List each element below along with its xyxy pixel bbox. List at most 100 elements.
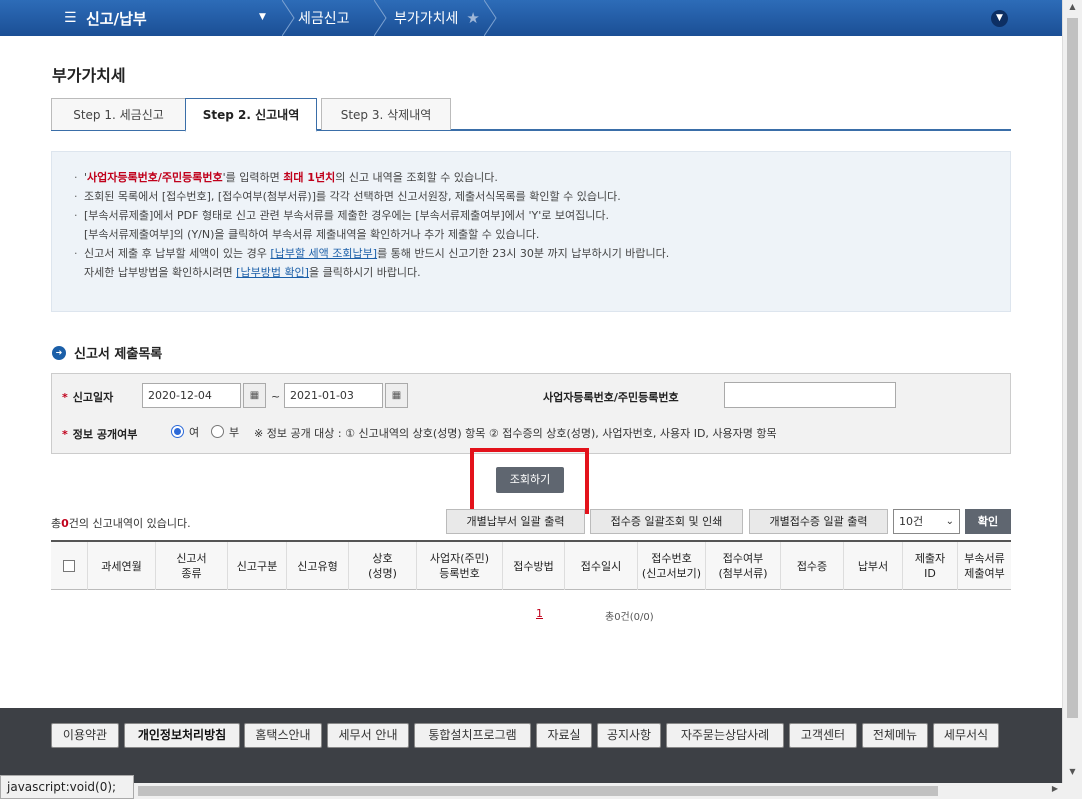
each-receipt-button[interactable]: 개별접수증 일괄 출력: [749, 509, 888, 534]
highlight-frame: [470, 448, 589, 514]
date-label-text: 신고일자: [72, 391, 114, 404]
footer-link-install[interactable]: 통합설치프로그램: [414, 723, 531, 748]
bizno-input[interactable]: [724, 382, 896, 408]
col-submitter-id: 제출자 ID: [902, 542, 957, 590]
select-all-cell: [51, 542, 87, 590]
calendar-icon[interactable]: ▦: [385, 383, 408, 408]
info-line: 자세한 납부방법을 확인하시려면 [납부방법 확인]을 클릭하시기 바랍니다.: [74, 263, 1010, 282]
info-text: '를 입력하면: [222, 171, 284, 184]
footer-link-office[interactable]: 세무서 안내: [327, 723, 409, 748]
table-header: 과세연월 신고서 종류 신고구분 신고유형 상호 (성명) 사업자(주민) 등록…: [51, 540, 1011, 590]
info-text: 를 통해 반드시 신고기한 23시 30분 까지 납부하시기 바랍니다.: [377, 247, 670, 260]
info-text: 을 클릭하시기 바랍니다.: [308, 266, 421, 279]
main-menu-button[interactable]: ☰ 신고/납부 ▼: [0, 0, 282, 36]
public-yes-radio[interactable]: [171, 425, 184, 438]
breadcrumb-separator-icon: [282, 0, 296, 36]
scroll-right-icon[interactable]: ▶: [1052, 784, 1058, 793]
result-count: 총0건의 신고내역이 있습니다.: [51, 515, 191, 531]
footer-link-hometax[interactable]: 홈택스안내: [244, 723, 322, 748]
col-receive-method: 접수방법: [502, 542, 564, 590]
footer-link-library[interactable]: 자료실: [536, 723, 592, 748]
pay-tax-link[interactable]: [납부할 세액 조회납부]: [270, 247, 377, 260]
main-menu-label: 신고/납부: [86, 9, 147, 28]
info-highlight: 사업자등록번호/주민등록번호: [87, 171, 223, 184]
top-navigation-bar: ☰ 신고/납부 ▼ 세금신고 부가가치세 ★ ▼: [0, 0, 1062, 36]
tab-step3[interactable]: Step 3. 삭제내역: [321, 98, 451, 130]
triangle-down-icon: ▼: [259, 12, 266, 22]
breadcrumb-separator-icon: [374, 0, 388, 36]
footer: 이용약관 개인정보처리방침 홈택스안내 세무서 안내 통합설치프로그램 자료실 …: [0, 708, 1062, 783]
info-highlight: 최대 1년치: [283, 171, 336, 184]
info-line: '사업자등록번호/주민등록번호'를 입력하면 최대 1년치의 신고 내역을 조회…: [74, 168, 1010, 187]
select-all-checkbox[interactable]: [63, 560, 75, 572]
page: { "nav": { "menu_label": "신고/납부", "crumb…: [0, 0, 1082, 799]
vertical-scrollbar[interactable]: ▲ ▼: [1062, 0, 1082, 783]
info-text: 자세한 납부방법을 확인하시려면: [84, 266, 237, 279]
required-mark: *: [62, 391, 68, 404]
col-receipt-no: 접수번호 (신고서보기): [637, 542, 705, 590]
receipt-print-button[interactable]: 접수증 일괄조회 및 인쇄: [590, 509, 743, 534]
public-label: * 정보 공개여부: [62, 426, 137, 442]
col-filing-type: 신고유형: [286, 542, 348, 590]
footer-link-privacy[interactable]: 개인정보처리방침: [124, 723, 240, 748]
info-text: 의 신고 내역을 조회할 수 있습니다.: [335, 171, 498, 184]
arrow-right-circle-icon: ➜: [52, 345, 66, 360]
status-bar: javascript:void(0);: [0, 775, 134, 799]
breadcrumb-vat-label: 부가가치세: [394, 11, 459, 27]
tab-step2[interactable]: Step 2. 신고내역: [185, 98, 317, 132]
page-size-value: 10건: [899, 515, 924, 528]
public-note: ※ 정보 공개 대상 : ① 신고내역의 상호(성명) 항목 ② 접수증의 상호…: [254, 427, 777, 440]
info-line: 조회된 목록에서 [접수번호], [접수여부(첨부서류)]를 각각 선택하면 신…: [74, 187, 1010, 206]
pay-method-link[interactable]: [납부방법 확인]: [236, 266, 309, 279]
step-tabs: Step 1. 세금신고 Step 2. 신고내역 Step 3. 삭제내역: [51, 98, 1011, 132]
footer-link-allmenu[interactable]: 전체메뉴: [862, 723, 928, 748]
footer-link-faq[interactable]: 자주묻는상담사례: [666, 723, 784, 748]
breadcrumb-separator-icon: [484, 0, 498, 36]
page-title: 부가가치세: [52, 66, 126, 85]
page-info: 총0건(0/0): [605, 612, 654, 623]
col-company: 상호 (성명): [348, 542, 416, 590]
footer-link-terms[interactable]: 이용약관: [51, 723, 119, 748]
footer-link-forms[interactable]: 세무서식: [933, 723, 999, 748]
page-link[interactable]: 1: [536, 607, 543, 620]
print-payment-button[interactable]: 개별납부서 일괄 출력: [446, 509, 585, 534]
scrollbar-thumb[interactable]: [1067, 18, 1078, 718]
col-tax-period: 과세연월: [87, 542, 155, 590]
page-size-select[interactable]: 10건 ⌄: [893, 509, 960, 534]
star-icon[interactable]: ★: [466, 9, 479, 27]
breadcrumb-tax-filing[interactable]: 세금신고: [298, 0, 350, 36]
public-yes-label: 여: [189, 426, 200, 439]
scroll-down-icon[interactable]: ▼: [1063, 767, 1082, 781]
hscroll-thumb[interactable]: [138, 786, 938, 796]
chevron-down-icon: ⌄: [945, 516, 954, 527]
public-no-radio[interactable]: [211, 425, 224, 438]
footer-link-help[interactable]: 고객센터: [789, 723, 857, 748]
col-receive-time: 접수일시: [564, 542, 637, 590]
count-prefix: 총: [51, 517, 62, 530]
public-no-label: 부: [229, 426, 240, 439]
col-reg-no: 사업자(주민) 등록번호: [416, 542, 502, 590]
info-line: 신고서 제출 후 납부할 세액이 있는 경우 [납부할 세액 조회납부]를 통해…: [74, 244, 1010, 263]
breadcrumb-vat[interactable]: 부가가치세 ★: [394, 0, 480, 36]
col-attachment: 부속서류 제출여부: [957, 542, 1011, 590]
col-filing-class: 신고구분: [227, 542, 286, 590]
scroll-up-icon[interactable]: ▲: [1063, 2, 1082, 16]
date-from-input[interactable]: 2020-12-04: [142, 383, 241, 408]
date-range-tilde: ~: [271, 390, 281, 403]
col-payment: 납부서: [843, 542, 902, 590]
tab-step1[interactable]: Step 1. 세금신고: [51, 98, 186, 130]
info-line: [부속서류제출]에서 PDF 형태로 신고 관련 부속서류를 제출한 경우에는 …: [74, 206, 1010, 225]
date-to-input[interactable]: 2021-01-03: [284, 383, 383, 408]
footer-link-notice[interactable]: 공지사항: [597, 723, 661, 748]
confirm-button[interactable]: 확인: [965, 509, 1011, 534]
horizontal-scrollbar[interactable]: ▶: [134, 783, 1082, 799]
info-text: 신고서 제출 후 납부할 세액이 있는 경우: [84, 247, 271, 260]
count-suffix: 건의 신고내역이 있습니다.: [68, 517, 191, 530]
public-label-text: 정보 공개여부: [72, 428, 138, 441]
info-line: [부속서류제출여부]의 (Y/N)을 클릭하여 부속서류 제출내역을 확인하거나…: [84, 228, 540, 241]
calendar-icon[interactable]: ▦: [243, 383, 266, 408]
col-form-type: 신고서 종류: [155, 542, 227, 590]
chevron-down-icon[interactable]: ▼: [991, 10, 1008, 27]
required-mark: *: [62, 428, 68, 441]
info-box: '사업자등록번호/주민등록번호'를 입력하면 최대 1년치의 신고 내역을 조회…: [51, 151, 1011, 312]
